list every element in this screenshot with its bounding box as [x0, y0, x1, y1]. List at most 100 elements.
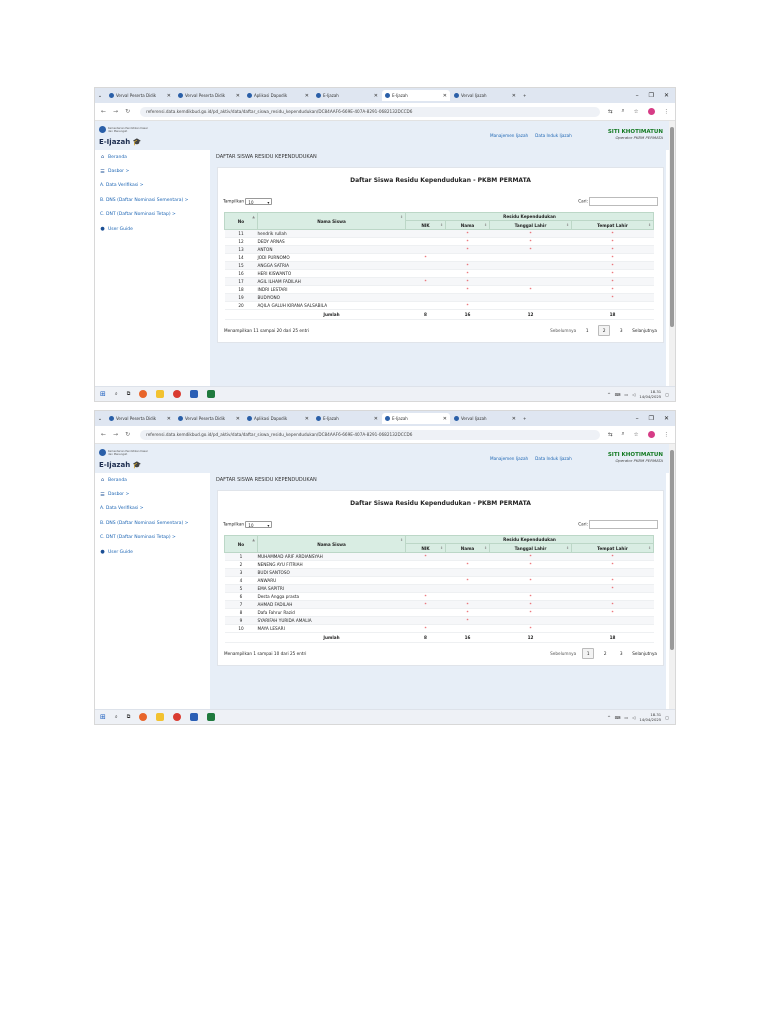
col-header-nama[interactable]: Nama ⇕	[445, 220, 490, 230]
col-header-tanggal-lahir[interactable]: Tanggal Lahir ⇕	[489, 543, 572, 553]
browser-tab[interactable]: Verval Ijazah ✕	[451, 90, 519, 101]
file-explorer-icon[interactable]	[156, 713, 165, 721]
minimize-icon[interactable]: –	[636, 92, 639, 99]
page-length-select[interactable]: 10 ▾	[245, 521, 273, 528]
sidebar-item[interactable]: C. DNT (Daftar Nominasi Tetap) >	[95, 208, 210, 222]
col-header-tempat-lahir[interactable]: Tempat Lahir ⇕	[571, 543, 654, 553]
bookmark-star-icon[interactable]: ☆	[634, 109, 639, 115]
url-field[interactable]: referensi.data.kemdikbud.go.id/pd_aktiv/…	[140, 106, 600, 117]
browser-tab[interactable]: Verval Peserta Didik ✕	[106, 90, 174, 101]
keyboard-icon[interactable]: ⌨	[615, 392, 621, 397]
page-length-select[interactable]: 10 ▾	[245, 198, 273, 205]
browser-tab[interactable]: Verval Ijazah ✕	[451, 413, 519, 424]
file-explorer-icon[interactable]	[156, 390, 165, 398]
firefox-icon[interactable]	[139, 390, 148, 398]
col-header-no[interactable]: No ▲	[224, 212, 258, 230]
minimize-icon[interactable]: –	[636, 415, 639, 422]
search-icon[interactable]: ⌕	[115, 714, 118, 720]
col-header-nama[interactable]: Nama ⇕	[445, 543, 490, 553]
tab-close-icon[interactable]: ✕	[236, 416, 240, 422]
url-field[interactable]: referensi.data.kemdikbud.go.id/pd_aktiv/…	[140, 429, 600, 440]
browser-tab[interactable]: Verval Peserta Didik ✕	[175, 413, 243, 424]
sidebar-item[interactable]: B. DNS (Daftar Nominasi Sementara) >	[95, 516, 210, 530]
nav-link-manajemen-ijazah[interactable]: Manajemen Ijazah	[490, 456, 528, 461]
chrome-icon[interactable]	[173, 713, 182, 721]
search-icon[interactable]: ⌕	[115, 391, 118, 397]
volume-icon[interactable]: ◁	[632, 392, 635, 397]
scrollbar-thumb[interactable]	[670, 450, 674, 650]
notification-icon[interactable]: ▢	[665, 392, 669, 397]
browser-tab[interactable]: E-Ijazah ✕	[313, 90, 381, 101]
sidebar-item[interactable]: ● User Guide	[95, 545, 210, 559]
nav-link-manajemen-ijazah[interactable]: Manajemen Ijazah	[490, 133, 528, 138]
close-icon[interactable]: ✕	[664, 92, 669, 99]
firefox-icon[interactable]	[139, 713, 148, 721]
sidebar-item[interactable]: ☰ Dasbor >	[95, 164, 210, 178]
forward-icon[interactable]: →	[113, 431, 118, 438]
translate-icon[interactable]: ⇆	[608, 109, 613, 115]
browser-tab[interactable]: Aplikasi Dapodik ✕	[244, 90, 312, 101]
tab-close-icon[interactable]: ✕	[374, 416, 378, 422]
nav-link-data-induk-ijazah[interactable]: Data Induk Ijazah	[535, 133, 572, 138]
user-info[interactable]: SITI KHOTIMATUN Operator PKBM PERMATA	[608, 129, 663, 140]
tab-close-icon[interactable]: ✕	[443, 416, 447, 422]
tab-close-icon[interactable]: ✕	[305, 416, 309, 422]
browser-tab[interactable]: Verval Peserta Didik ✕	[106, 413, 174, 424]
chrome-icon[interactable]	[173, 390, 182, 398]
page-1-button[interactable]: 1	[582, 648, 595, 659]
word-icon[interactable]	[190, 713, 199, 721]
page-3-button[interactable]: 3	[616, 326, 627, 335]
tab-close-icon[interactable]: ✕	[236, 93, 240, 99]
forward-icon[interactable]: →	[113, 108, 118, 115]
tab-close-icon[interactable]: ✕	[305, 93, 309, 99]
clock[interactable]: 18.31 14/04/2025	[639, 712, 661, 722]
col-header-tanggal-lahir[interactable]: Tanggal Lahir ⇕	[489, 220, 572, 230]
battery-icon[interactable]: ▭	[624, 715, 628, 720]
page-3-button[interactable]: 3	[616, 649, 627, 658]
windows-start-icon[interactable]: ⊞	[100, 713, 106, 721]
word-icon[interactable]	[190, 390, 199, 398]
col-header-nama-siswa[interactable]: Nama Siswa ⇕	[257, 212, 406, 230]
sidebar-item[interactable]: ⌂ Beranda	[95, 473, 210, 487]
browser-tab[interactable]: Verval Peserta Didik ✕	[175, 90, 243, 101]
nav-link-data-induk-ijazah[interactable]: Data Induk Ijazah	[535, 456, 572, 461]
next-page-button[interactable]: Selanjutnya	[632, 651, 657, 656]
sidebar-item[interactable]: ● User Guide	[95, 222, 210, 236]
tab-close-icon[interactable]: ✕	[167, 416, 171, 422]
sidebar-item[interactable]: A. Data Verifikasi >	[95, 179, 210, 193]
sidebar-item[interactable]: ⌂ Beranda	[95, 150, 210, 164]
tab-close-icon[interactable]: ✕	[374, 93, 378, 99]
new-tab-button[interactable]: +	[520, 413, 532, 424]
close-icon[interactable]: ✕	[664, 415, 669, 422]
col-header-nik[interactable]: NIK ⇕	[405, 220, 446, 230]
app-brand[interactable]: E-Ijazah 🎓	[99, 138, 141, 146]
sidebar-item[interactable]: ☰ Dasbor >	[95, 487, 210, 501]
new-tab-button[interactable]: +	[520, 90, 532, 101]
tab-close-icon[interactable]: ✕	[512, 416, 516, 422]
windows-start-icon[interactable]: ⊞	[100, 390, 106, 398]
col-header-nik[interactable]: NIK ⇕	[405, 543, 446, 553]
clock[interactable]: 18.31 14/04/2025	[639, 389, 661, 399]
sidebar-item[interactable]: A. Data Verifikasi >	[95, 502, 210, 516]
tab-close-icon[interactable]: ✕	[443, 93, 447, 99]
page-scrollbar[interactable]	[669, 121, 675, 387]
keyboard-icon[interactable]: ⌨	[615, 715, 621, 720]
prev-page-button[interactable]: Sebelumnya	[550, 651, 576, 656]
app-brand[interactable]: E-Ijazah 🎓	[99, 461, 141, 469]
battery-icon[interactable]: ▭	[624, 392, 628, 397]
excel-icon[interactable]	[207, 713, 216, 721]
tab-list-chevron-icon[interactable]: ⌄	[95, 416, 105, 422]
excel-icon[interactable]	[207, 390, 216, 398]
profile-avatar[interactable]	[647, 431, 655, 438]
sidebar-item[interactable]: C. DNT (Daftar Nominasi Tetap) >	[95, 531, 210, 545]
maximize-icon[interactable]: ❐	[649, 92, 654, 99]
tray-chevron-icon[interactable]: ^	[607, 715, 610, 720]
bookmark-star-icon[interactable]: ☆	[634, 432, 639, 438]
tray-chevron-icon[interactable]: ^	[607, 392, 610, 397]
browser-tab[interactable]: E-Ijazah ✕	[382, 90, 450, 101]
reload-icon[interactable]: ↻	[125, 431, 130, 438]
page-scrollbar[interactable]	[669, 444, 675, 710]
search-input[interactable]	[589, 520, 658, 529]
task-view-icon[interactable]: ⧉	[127, 714, 131, 720]
page-1-button[interactable]: 1	[582, 326, 593, 335]
